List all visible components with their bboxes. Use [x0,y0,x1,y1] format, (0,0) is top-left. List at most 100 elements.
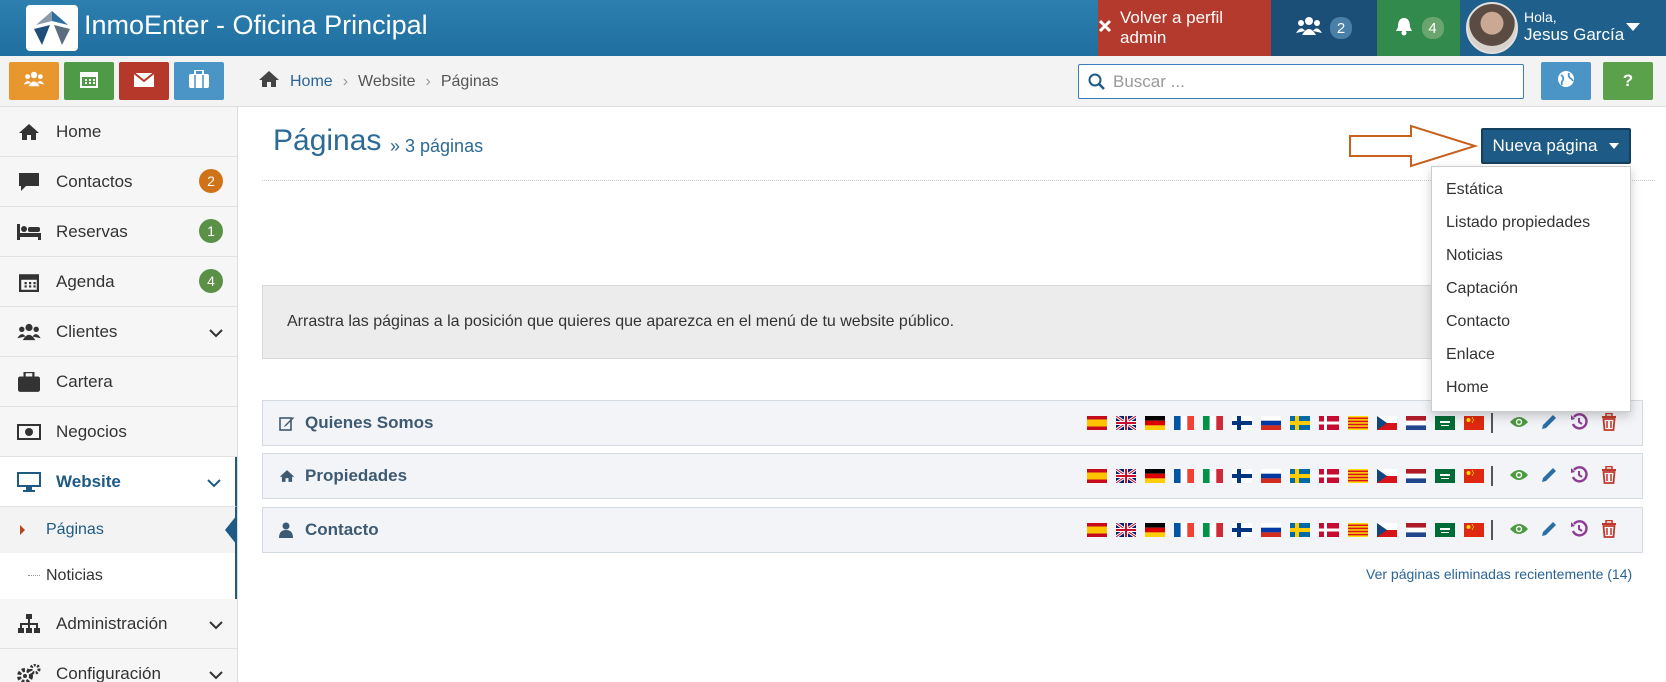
avatar [1466,2,1518,54]
flag-cat-icon[interactable] [1348,469,1368,483]
breadcrumb-website-link[interactable]: Website [358,73,416,91]
trash-icon[interactable] [1599,518,1619,540]
flag-it-icon[interactable] [1203,523,1223,537]
flag-fi-icon[interactable] [1232,416,1252,430]
pencil-icon[interactable] [1539,464,1559,486]
sidebar-item-agenda[interactable]: Agenda 4 [0,257,237,307]
chevron-down-icon [209,665,223,682]
dropdown-item-home[interactable]: Home [1432,371,1630,404]
flag-se-icon[interactable] [1290,469,1310,483]
flag-es-icon[interactable] [1087,416,1107,430]
flag-cn-icon[interactable] [1464,469,1484,483]
history-icon[interactable] [1569,411,1589,433]
dropdown-item-listado-propiedades[interactable]: Listado propiedades [1432,206,1630,239]
flag-se-icon[interactable] [1290,523,1310,537]
website-preview-button[interactable] [1541,62,1591,100]
history-icon[interactable] [1569,518,1589,540]
flag-dk-icon[interactable] [1319,416,1339,430]
flag-ru-icon[interactable] [1261,416,1281,430]
help-button[interactable]: ? [1603,62,1653,100]
flag-nl-icon[interactable] [1406,469,1426,483]
info-text: Arrastra las páginas a la posición que q… [287,313,955,330]
flag-se-icon[interactable] [1290,416,1310,430]
page-row[interactable]: Contacto [262,507,1643,553]
back-to-admin-button[interactable]: Volver a perfil admin [1098,0,1271,56]
flag-cz-icon[interactable] [1377,416,1397,430]
flag-fr-icon[interactable] [1174,523,1194,537]
flag-sa-icon[interactable] [1435,523,1455,537]
flag-dk-icon[interactable] [1319,523,1339,537]
flag-dk-icon[interactable] [1319,469,1339,483]
flag-cn-icon[interactable] [1464,416,1484,430]
quick-users-button[interactable] [9,62,59,100]
sub-bar: Home › Website › Páginas ? [0,56,1666,107]
view-icon[interactable] [1509,464,1529,486]
pencil-icon[interactable] [1539,518,1559,540]
history-icon[interactable] [1569,464,1589,486]
flag-nl-icon[interactable] [1406,523,1426,537]
users-online-button[interactable]: 2 [1271,0,1377,56]
page-row[interactable]: Propiedades [262,453,1643,499]
flag-fi-icon[interactable] [1232,523,1252,537]
sidebar-item-contactos[interactable]: Contactos 2 [0,157,237,207]
flag-gb-icon[interactable] [1116,523,1136,537]
breadcrumb-home-link[interactable]: Home [290,73,333,91]
deleted-pages-link[interactable]: Ver páginas eliminadas recientemente (14… [1366,566,1632,582]
view-icon[interactable] [1509,411,1529,433]
flag-fr-icon[interactable] [1174,416,1194,430]
language-flags [1087,416,1484,430]
flag-cz-icon[interactable] [1377,469,1397,483]
dropdown-item-contacto[interactable]: Contacto [1432,305,1630,338]
quick-calendar-button[interactable] [64,62,114,100]
flag-cat-icon[interactable] [1348,416,1368,430]
view-icon[interactable] [1509,518,1529,540]
flag-fi-icon[interactable] [1232,469,1252,483]
sidebar-subitem-noticias[interactable]: Noticias [0,553,237,599]
notifications-button[interactable]: 4 [1377,0,1460,56]
page-title: Páginas [273,124,382,157]
sidebar-item-administracion[interactable]: Administración [0,599,237,649]
sidebar-item-clientes[interactable]: Clientes [0,307,237,357]
dropdown-item-captacion[interactable]: Captación [1432,272,1630,305]
flag-cat-icon[interactable] [1348,523,1368,537]
pencil-icon[interactable] [1539,411,1559,433]
separator [1491,466,1493,486]
flag-gb-icon[interactable] [1116,416,1136,430]
sidebar-item-cartera[interactable]: Cartera [0,357,237,407]
dropdown-item-estatica[interactable]: Estática [1432,173,1630,206]
flag-it-icon[interactable] [1203,469,1223,483]
flag-ru-icon[interactable] [1261,523,1281,537]
flag-sa-icon[interactable] [1435,469,1455,483]
sidebar-item-reservas[interactable]: Reservas 1 [0,207,237,257]
flag-cn-icon[interactable] [1464,523,1484,537]
sidebar-item-website[interactable]: Website [0,457,237,507]
dropdown-item-noticias[interactable]: Noticias [1432,239,1630,272]
quick-briefcase-button[interactable] [174,62,224,100]
flag-de-icon[interactable] [1145,416,1165,430]
flag-es-icon[interactable] [1087,523,1107,537]
new-page-button[interactable]: Nueva página [1481,128,1631,164]
app-logo[interactable] [26,5,78,51]
sidebar-item-configuracion[interactable]: Configuración [0,649,237,682]
flag-fr-icon[interactable] [1174,469,1194,483]
trash-icon[interactable] [1599,464,1619,486]
flag-de-icon[interactable] [1145,469,1165,483]
flag-de-icon[interactable] [1145,523,1165,537]
dropdown-item-enlace[interactable]: Enlace [1432,338,1630,371]
top-bar: InmoEnter - Oficina Principal Volver a p… [0,0,1666,56]
sidebar-item-home[interactable]: Home [0,107,237,157]
flag-sa-icon[interactable] [1435,416,1455,430]
flag-ru-icon[interactable] [1261,469,1281,483]
flag-cz-icon[interactable] [1377,523,1397,537]
sidebar-subitem-paginas[interactable]: Páginas [0,507,237,553]
trash-icon[interactable] [1599,411,1619,433]
quick-mail-button[interactable] [119,62,169,100]
flag-es-icon[interactable] [1087,469,1107,483]
search-input[interactable] [1113,65,1513,98]
flag-it-icon[interactable] [1203,416,1223,430]
sidebar-item-negocios[interactable]: Negocios [0,407,237,457]
home-icon [258,70,280,93]
flag-nl-icon[interactable] [1406,416,1426,430]
flag-gb-icon[interactable] [1116,469,1136,483]
user-menu[interactable]: Hola, Jesus García [1460,0,1666,56]
